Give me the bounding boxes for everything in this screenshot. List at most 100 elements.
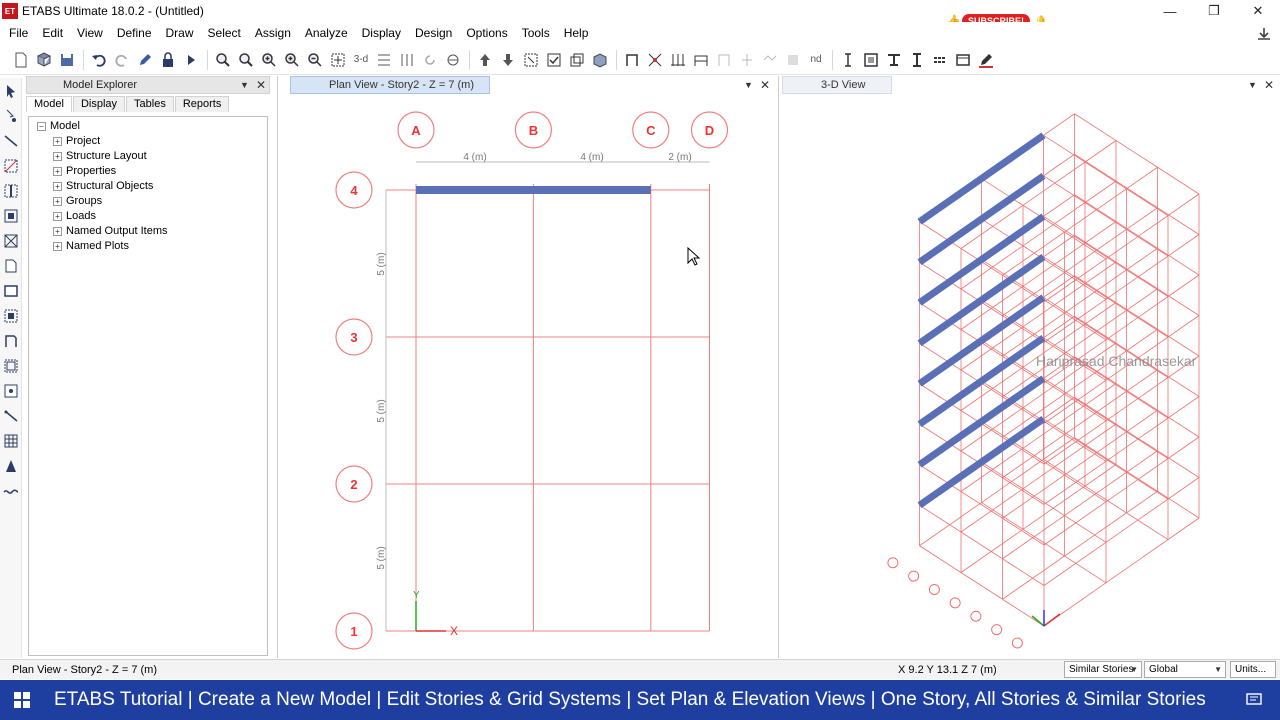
collapse-icon[interactable]: − xyxy=(37,121,46,131)
move-down-button[interactable] xyxy=(497,49,519,71)
menu-help[interactable]: Help xyxy=(557,22,596,45)
menu-display[interactable]: Display xyxy=(355,22,408,45)
units-button[interactable]: Units... xyxy=(1230,661,1276,678)
grid-tool[interactable] xyxy=(0,428,22,453)
undo-button[interactable] xyxy=(88,49,110,71)
plan-view-tab[interactable]: Plan View - Story2 - Z = 7 (m) xyxy=(290,76,490,94)
expand-icon[interactable]: + xyxy=(53,136,62,146)
tab-reports[interactable]: Reports xyxy=(174,96,230,112)
reference-point-tool[interactable] xyxy=(0,453,22,478)
view-3d-button[interactable]: 3-d xyxy=(350,49,372,71)
selected-beam[interactable] xyxy=(416,186,651,194)
close-explorer-button[interactable]: ✕ xyxy=(256,78,266,92)
menu-file[interactable]: File xyxy=(2,22,35,45)
check-button[interactable] xyxy=(543,49,565,71)
tab-display[interactable]: Display xyxy=(72,96,126,112)
minimize-button[interactable]: — xyxy=(1148,0,1192,22)
tree-item-named-plots[interactable]: + Named Plots xyxy=(53,240,129,252)
tree-item-project[interactable]: + Project xyxy=(53,135,100,147)
nd-button[interactable]: nd xyxy=(805,49,827,71)
menu-edit[interactable]: Edit xyxy=(35,22,70,45)
plan-view-button[interactable] xyxy=(373,49,395,71)
tree-item-named-output-items[interactable]: + Named Output Items xyxy=(53,225,168,237)
expand-icon[interactable]: + xyxy=(53,166,62,176)
tree-item-properties[interactable]: + Properties xyxy=(53,165,116,177)
menu-view[interactable]: View xyxy=(70,22,110,45)
text-cursor-button[interactable] xyxy=(837,49,859,71)
download-icon[interactable] xyxy=(1256,26,1272,42)
expand-icon[interactable]: + xyxy=(53,241,62,251)
zoom-out-button[interactable] xyxy=(304,49,326,71)
joints-button[interactable] xyxy=(690,49,712,71)
menu-analyze[interactable]: Analyze xyxy=(298,22,355,45)
select-all-button[interactable] xyxy=(520,49,542,71)
area-tool[interactable] xyxy=(0,303,22,328)
close-plan-view-button[interactable]: ✕ xyxy=(760,78,770,92)
tree-item-loads[interactable]: + Loads xyxy=(53,210,96,222)
menu-select[interactable]: Select xyxy=(201,22,248,45)
color-pencil-button[interactable] xyxy=(975,49,997,71)
expand-icon[interactable]: + xyxy=(53,211,62,221)
joint-tool[interactable] xyxy=(0,103,22,128)
disabled-1-button[interactable] xyxy=(713,49,735,71)
pointer-tool[interactable] xyxy=(0,78,22,103)
rotate-button[interactable] xyxy=(419,49,441,71)
zoom-in-step-button[interactable] xyxy=(281,49,303,71)
disabled-2-button[interactable] xyxy=(736,49,758,71)
redo-button[interactable] xyxy=(111,49,133,71)
rectangle-tool[interactable] xyxy=(0,278,22,303)
wall-button[interactable] xyxy=(929,49,951,71)
beam-draw-tool[interactable] xyxy=(0,153,22,178)
run-analysis-button[interactable] xyxy=(180,49,202,71)
line-tool[interactable] xyxy=(0,128,22,153)
slab-tool[interactable] xyxy=(0,253,22,278)
section-button[interactable] xyxy=(860,49,882,71)
pan-button[interactable] xyxy=(327,49,349,71)
opening-tool[interactable] xyxy=(0,353,22,378)
menu-define[interactable]: Define xyxy=(110,22,159,45)
tab-model[interactable]: Model xyxy=(26,96,72,112)
tree-item-groups[interactable]: + Groups xyxy=(53,195,102,207)
notification-icon[interactable] xyxy=(1246,692,1262,708)
wall-draw-tool[interactable] xyxy=(0,328,22,353)
expand-icon[interactable]: + xyxy=(53,226,62,236)
zoom-in-button[interactable] xyxy=(258,49,280,71)
grid-lines-button[interactable] xyxy=(667,49,689,71)
disabled-4-button[interactable] xyxy=(782,49,804,71)
column-button[interactable] xyxy=(906,49,928,71)
zoom-window-button[interactable] xyxy=(212,49,234,71)
save-button[interactable] xyxy=(56,49,78,71)
object-shrink-button[interactable] xyxy=(566,49,588,71)
beam-button[interactable] xyxy=(883,49,905,71)
expand-icon[interactable]: + xyxy=(53,196,62,206)
disabled-3-button[interactable] xyxy=(759,49,781,71)
frame-button[interactable] xyxy=(621,49,643,71)
dropdown-arrow-icon[interactable]: ▼ xyxy=(240,80,249,90)
3d-view-tab[interactable]: 3-D View xyxy=(782,76,892,94)
perspective-button[interactable] xyxy=(442,49,464,71)
dropdown-arrow-icon[interactable]: ▼ xyxy=(1248,80,1257,90)
move-up-button[interactable] xyxy=(474,49,496,71)
close-window-button[interactable]: ✕ xyxy=(1236,0,1280,22)
section-cut-tool[interactable] xyxy=(0,378,22,403)
extrude-button[interactable] xyxy=(589,49,611,71)
dropdown-arrow-icon[interactable]: ▼ xyxy=(744,80,753,90)
edit-pencil-button[interactable] xyxy=(134,49,156,71)
tree-item-structure-layout[interactable]: + Structure Layout xyxy=(53,150,147,162)
menu-assign[interactable]: Assign xyxy=(248,22,298,45)
column-draw-tool[interactable] xyxy=(0,178,22,203)
dimension-tool[interactable] xyxy=(0,403,22,428)
new-model-button[interactable] xyxy=(10,49,32,71)
tree-item-model[interactable]: − Model xyxy=(37,120,80,132)
brace-draw-tool[interactable] xyxy=(0,203,22,228)
tree-item-structural-objects[interactable]: + Structural Objects xyxy=(53,180,153,192)
menu-design[interactable]: Design xyxy=(408,22,459,45)
close-3d-view-button[interactable]: ✕ xyxy=(1264,78,1274,92)
coord-system-dropdown[interactable]: Global ▼ xyxy=(1144,661,1226,678)
elevation-view-button[interactable] xyxy=(396,49,418,71)
3d-view-canvas[interactable] xyxy=(782,96,1280,656)
menu-tools[interactable]: Tools xyxy=(515,22,557,45)
open-model-button[interactable] xyxy=(33,49,55,71)
wave-tool[interactable] xyxy=(0,478,22,503)
menu-draw[interactable]: Draw xyxy=(159,22,201,45)
